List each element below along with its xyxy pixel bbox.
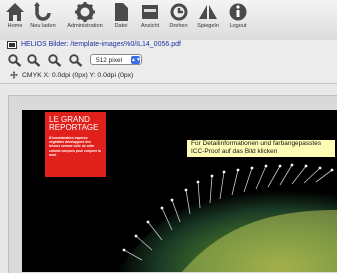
select-arrows-icon: ▲▼ — [131, 56, 141, 64]
zoom-out-icon[interactable] — [27, 54, 41, 67]
rotate-icon — [170, 3, 187, 21]
info-circle-icon — [229, 3, 247, 21]
zoom-bar: 512 pixel ▲▼ — [0, 51, 337, 69]
administration-label: Administration — [67, 23, 103, 29]
view-menu-button[interactable]: Ansicht — [135, 2, 165, 38]
reportage-title: LE GRAND REPORTAGE — [49, 116, 99, 132]
reload-icon — [34, 2, 51, 21]
move-icon — [10, 71, 18, 79]
mirror-menu-button[interactable]: Spiegeln — [193, 2, 223, 38]
home-label: Home — [7, 23, 23, 29]
image-preview[interactable]: LE GRAND REPORTAGE D'innombrables espèce… — [22, 110, 337, 272]
mirror-menu-label: Spiegeln — [197, 23, 219, 29]
document-icon — [115, 3, 128, 21]
folder-icon — [7, 41, 17, 49]
zoom-select-value: 512 pixel — [96, 57, 123, 64]
view-menu-label: Ansicht — [140, 23, 160, 29]
zoom-select[interactable]: 512 pixel ▲▼ — [90, 54, 142, 65]
rotate-menu-label: Drehen — [169, 23, 188, 29]
reportage-title-text: LE GRAND REPORTAGE — [49, 115, 99, 132]
administration-button[interactable]: Administration — [63, 2, 107, 38]
reportage-body-text: D'innombrables espèces végétales dévelop… — [49, 136, 101, 157]
zoom-fit-icon[interactable] — [48, 54, 62, 67]
gear-icon — [75, 2, 95, 22]
zoom-actual-icon[interactable] — [69, 54, 83, 67]
zoom-in-icon[interactable] — [8, 54, 22, 67]
window-icon — [142, 5, 158, 19]
file-menu-label: Datei — [114, 23, 128, 29]
rotate-menu-button[interactable]: Drehen — [165, 2, 192, 38]
logout-label: Logout — [229, 23, 247, 29]
info-bar: CMYK X: 0.0dpi (0px) Y: 0.0dpi (0px) — [0, 69, 337, 83]
color-info-text: CMYK X: 0.0dpi (0px) Y: 0.0dpi (0px) — [22, 72, 134, 79]
path-bar: HELIOS Bilder: /template-images%0/IL14_0… — [0, 40, 337, 51]
reload-button[interactable]: Neu laden — [28, 2, 58, 38]
logout-button[interactable]: Logout — [225, 2, 251, 38]
toolbar: Home Neu laden Administration Datei Ansi… — [0, 0, 337, 40]
mirror-icon — [199, 5, 217, 19]
reportage-title-box: LE GRAND REPORTAGE D'innombrables espèce… — [45, 112, 106, 177]
proof-tooltip[interactable]: Für Detailinformationen und farbangepass… — [187, 140, 335, 157]
reload-label: Neu laden — [30, 23, 56, 29]
home-icon — [6, 3, 24, 21]
file-menu-button[interactable]: Datei — [108, 2, 134, 38]
file-path[interactable]: HELIOS Bilder: /template-images%0/IL14_0… — [21, 41, 181, 48]
home-button[interactable]: Home — [2, 2, 28, 38]
